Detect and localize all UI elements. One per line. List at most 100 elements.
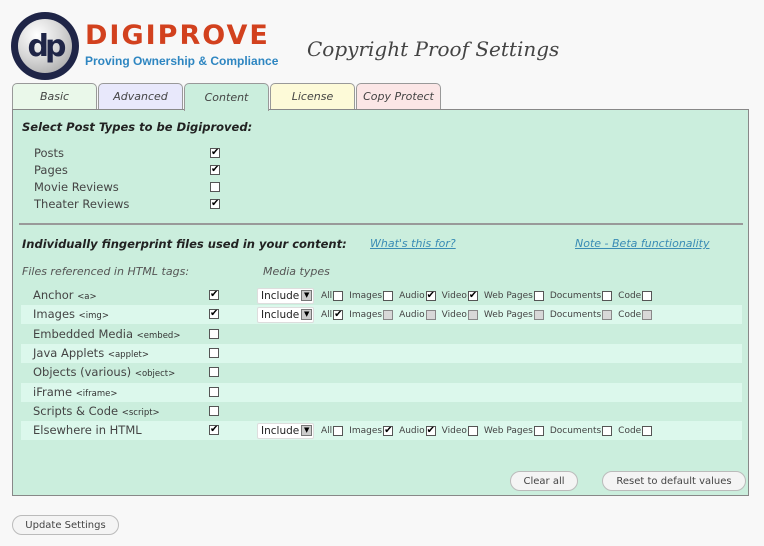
media-type-checkbox[interactable] (533, 309, 544, 320)
tab-license[interactable]: License (270, 83, 355, 109)
media-type-label: Documents (549, 290, 602, 301)
media-type-checkbox[interactable] (642, 309, 653, 320)
media-type-option: Images ✔ (349, 425, 394, 436)
html-tag: <a> (77, 292, 97, 302)
media-type-checkbox[interactable] (383, 309, 394, 320)
file-type-checkbox[interactable] (209, 347, 219, 358)
logo-initials: dp (18, 19, 72, 73)
media-type-checkbox[interactable] (383, 290, 394, 301)
media-type-label: Video (441, 290, 467, 301)
file-type-checkbox[interactable] (209, 367, 219, 378)
post-type-checkbox[interactable]: ✔ (210, 165, 220, 175)
media-type-checkbox[interactable] (642, 290, 653, 301)
file-type-checkbox[interactable] (209, 328, 219, 339)
media-type-option: Code (618, 309, 653, 320)
media-type-label: All (321, 425, 333, 436)
media-type-checkbox[interactable] (467, 309, 478, 320)
beta-note-link[interactable]: Note - Beta functionality (575, 237, 709, 250)
media-type-label: All (321, 290, 333, 301)
include-mode-select[interactable]: Include ▼ (257, 422, 314, 439)
file-type-row: Embedded Media <embed> (21, 325, 742, 344)
media-type-label: Documents (549, 309, 602, 320)
media-type-checkbox[interactable] (333, 290, 344, 301)
settings-tabs: Basic Advanced Content License Copy Prot… (12, 83, 442, 111)
include-mode-select[interactable]: Include ▼ (257, 287, 314, 304)
tab-copy-protect[interactable]: Copy Protect (356, 83, 441, 109)
file-type-label: Embedded Media <embed> (33, 325, 180, 346)
post-type-item: Posts (34, 145, 64, 162)
include-mode-select[interactable]: Include ▼ (257, 306, 314, 323)
media-type-option: Web Pages (483, 290, 544, 301)
whats-this-for-link[interactable]: What's this for? (370, 237, 456, 250)
file-type-row: Anchor <a> ✔ Include ▼ All Images Audio ✔ Video ✔… (21, 286, 742, 305)
file-type-checkbox[interactable]: ✔ (209, 309, 219, 320)
file-type-name: Elsewhere in HTML (33, 423, 142, 438)
brand-tagline: Proving Ownership & Compliance (85, 54, 279, 68)
file-type-name: Scripts & Code (33, 403, 119, 418)
media-types-group: Include ▼ All ✔ Images Audio Video Web Pages Doc… (257, 305, 658, 324)
media-type-checkbox[interactable] (642, 425, 653, 436)
media-column-header: Media types (263, 265, 330, 278)
media-type-option: Code (618, 290, 653, 301)
file-type-name: iFrame (33, 384, 73, 399)
media-type-checkbox[interactable]: ✔ (425, 290, 436, 301)
content-panel: Select Post Types to be Digiproved: Post… (12, 109, 749, 496)
html-tag: <script> (121, 407, 160, 418)
post-type-checkbox[interactable]: ✔ (210, 148, 220, 158)
media-type-checkbox[interactable]: ✔ (383, 425, 394, 436)
media-type-option: All (321, 290, 344, 301)
media-type-label: Code (618, 425, 642, 436)
media-type-label: Audio (399, 425, 425, 436)
html-tag: <iframe> (75, 388, 118, 399)
media-type-checkbox[interactable] (602, 309, 613, 320)
media-type-option: Audio ✔ (399, 425, 436, 436)
media-type-label: Images (349, 309, 383, 320)
chevron-down-icon[interactable]: ▼ (301, 290, 313, 301)
media-type-checkbox[interactable]: ✔ (425, 425, 436, 436)
media-type-checkbox[interactable]: ✔ (333, 309, 344, 320)
html-tag: <embed> (136, 330, 181, 341)
post-type-checkbox[interactable] (210, 182, 220, 192)
chevron-down-icon[interactable]: ▼ (301, 425, 313, 437)
file-type-label: Scripts & Code <script> (33, 402, 160, 423)
media-type-checkbox[interactable] (602, 425, 613, 436)
media-type-checkbox[interactable] (602, 290, 613, 301)
media-type-option: Video ✔ (441, 290, 478, 301)
tab-advanced[interactable]: Advanced (98, 83, 183, 109)
post-type-checkbox[interactable]: ✔ (210, 199, 220, 209)
media-type-label: Images (349, 290, 383, 301)
media-type-label: Web Pages (483, 290, 533, 301)
file-type-checkbox[interactable] (209, 405, 219, 416)
media-type-checkbox[interactable]: ✔ (467, 290, 478, 301)
update-settings-button[interactable]: Update Settings (12, 515, 119, 535)
html-tag: <object> (134, 369, 176, 380)
media-type-label: Audio (399, 290, 425, 301)
media-type-option: Documents (550, 425, 613, 436)
media-type-option: All ✔ (321, 309, 344, 320)
media-type-label: Web Pages (483, 309, 533, 320)
media-type-option: Web Pages (483, 309, 544, 320)
file-type-label: Elsewhere in HTML (33, 421, 142, 440)
media-type-checkbox[interactable] (533, 425, 544, 436)
file-type-checkbox[interactable]: ✔ (209, 290, 219, 300)
include-mode-value: Include (261, 424, 300, 437)
media-type-option: Images (349, 290, 394, 301)
reset-defaults-button[interactable]: Reset to default values (602, 471, 746, 491)
file-type-row: Images <img> ✔ Include ▼ All ✔ Images Audio Vide… (21, 305, 742, 325)
file-type-checkbox[interactable] (209, 386, 219, 397)
media-type-checkbox[interactable] (333, 425, 344, 436)
html-tag: <img> (78, 311, 109, 322)
clear-all-button[interactable]: Clear all (510, 471, 578, 491)
file-type-name: Embedded Media (33, 326, 134, 341)
media-type-checkbox[interactable] (467, 425, 478, 436)
file-type-checkbox[interactable]: ✔ (209, 425, 219, 436)
media-type-checkbox[interactable] (425, 309, 436, 320)
section-divider (19, 223, 743, 225)
media-type-label: Code (618, 309, 642, 320)
media-type-checkbox[interactable] (533, 290, 544, 301)
media-type-option: All (321, 425, 344, 436)
media-type-label: All (321, 309, 333, 320)
tab-content[interactable]: Content (184, 83, 269, 111)
tab-basic[interactable]: Basic (12, 83, 97, 109)
chevron-down-icon[interactable]: ▼ (301, 309, 313, 321)
